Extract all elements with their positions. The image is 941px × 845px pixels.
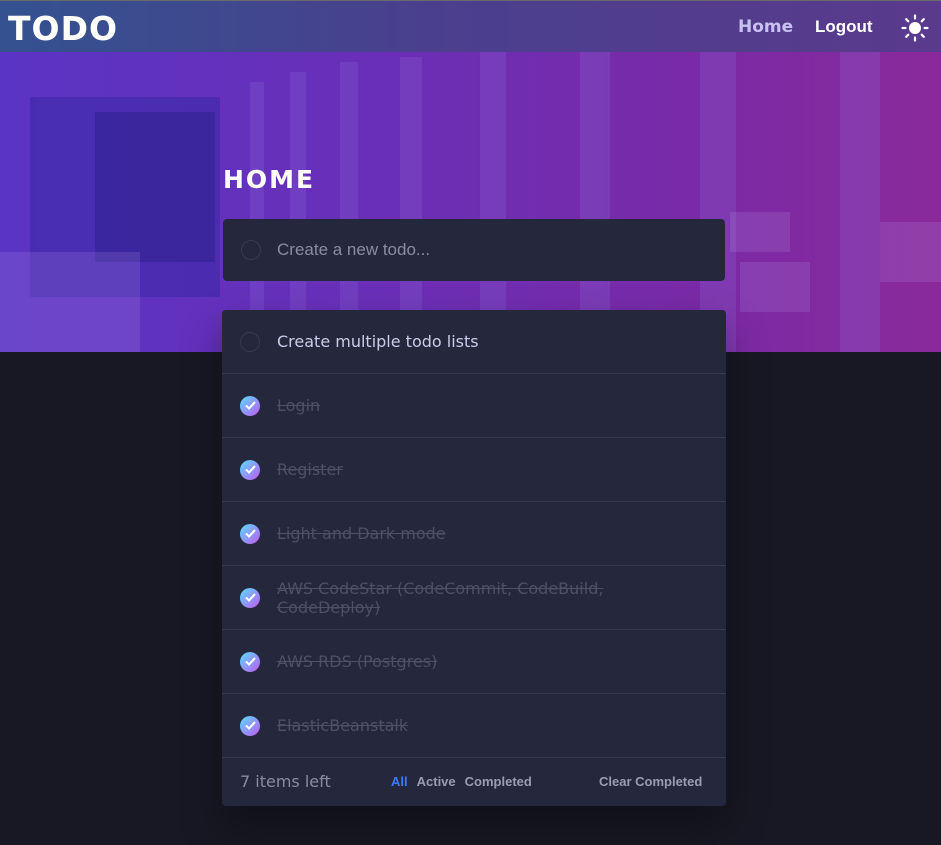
check-icon (244, 465, 256, 474)
todo-checkbox-checked[interactable] (240, 523, 260, 544)
todo-text: Create multiple todo lists (277, 332, 479, 351)
brand-logo: TODO (8, 9, 119, 48)
hero-background-image (0, 52, 941, 352)
check-icon (244, 529, 256, 538)
page-title: HOME (223, 165, 316, 194)
new-todo-form (223, 219, 725, 281)
todo-list: Create multiple todo lists Login Registe… (222, 310, 726, 806)
todo-text: Login (277, 396, 321, 415)
todo-item[interactable]: Login (222, 374, 726, 438)
todo-item[interactable]: Create multiple todo lists (222, 310, 726, 374)
check-icon (244, 657, 256, 666)
todo-checkbox-checked[interactable] (240, 651, 260, 672)
todo-item[interactable]: AWS RDS (Postgres) (222, 630, 726, 694)
filter-active[interactable]: Active (417, 774, 456, 789)
filter-completed[interactable]: Completed (465, 774, 532, 789)
todo-checkbox-checked[interactable] (240, 459, 260, 480)
check-icon (244, 401, 256, 410)
todo-footer: 7 items left All Active Completed Clear … (222, 758, 726, 806)
filter-group: All Active Completed (391, 774, 532, 789)
todo-checkbox-checked[interactable] (240, 395, 260, 416)
hero-banner (0, 52, 941, 352)
todo-item[interactable]: ElasticBeanstalk (222, 694, 726, 758)
new-todo-input[interactable] (277, 240, 697, 260)
todo-item[interactable]: Register (222, 438, 726, 502)
items-left-count: 7 items left (240, 772, 331, 791)
check-icon (244, 721, 256, 730)
todo-checkbox[interactable] (240, 331, 260, 352)
todo-checkbox-checked[interactable] (240, 715, 260, 736)
todo-text: Register (277, 460, 343, 479)
todo-text: ElasticBeanstalk (277, 716, 409, 735)
nav-home-link[interactable]: Home (738, 17, 793, 37)
sun-icon (901, 14, 929, 42)
new-todo-circle-icon (241, 240, 261, 260)
todo-item[interactable]: AWS CodeStar (CodeCommit, CodeBuild, Cod… (222, 566, 726, 630)
filter-all[interactable]: All (391, 774, 408, 789)
todo-text: AWS RDS (Postgres) (277, 652, 438, 671)
clear-completed-button[interactable]: Clear Completed (599, 774, 702, 789)
todo-checkbox-checked[interactable] (240, 587, 260, 608)
check-icon (244, 593, 256, 602)
todo-text: AWS CodeStar (CodeCommit, CodeBuild, Cod… (277, 578, 604, 617)
nav-logout-link[interactable]: Logout (815, 17, 873, 37)
todo-text: Light and Dark mode (277, 524, 446, 543)
top-navbar: TODO Home Logout (0, 0, 941, 52)
theme-toggle-button[interactable] (901, 14, 929, 42)
todo-item[interactable]: Light and Dark mode (222, 502, 726, 566)
